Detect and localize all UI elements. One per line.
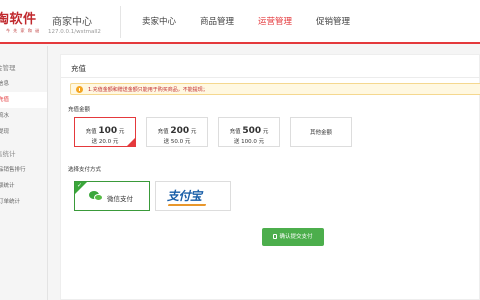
sidebar-item-withdraw[interactable]: 提现 xyxy=(0,124,47,140)
amount-option-500[interactable]: 充值 500 元 送 100.0 元 xyxy=(218,117,280,147)
sidebar-group-sales: 售统计 xyxy=(0,150,16,158)
amount-option-200[interactable]: 充值 200 元 送 50.0 元 xyxy=(146,117,208,147)
confirm-payment-button[interactable]: 确认提交支付 xyxy=(262,228,324,246)
amount-unit: 元 xyxy=(118,129,125,135)
site-url: 127.0.0.1/wstmall2 xyxy=(48,29,101,35)
amount-bonus: 送 20.0 元 xyxy=(91,139,119,145)
amount-bonus: 送 50.0 元 xyxy=(163,139,191,145)
payment-label: 选择支付方式 xyxy=(68,167,102,173)
amount-value: 500 xyxy=(242,126,262,136)
amount-prefix: 充值 xyxy=(229,129,241,135)
amount-bonus: 送 100.0 元 xyxy=(233,139,265,145)
amount-value: 200 xyxy=(170,126,190,136)
sidebar-item-amount-stats[interactable]: 额统计 xyxy=(0,178,47,194)
payment-option-wechat[interactable]: ✓ 微信支付 xyxy=(74,181,150,211)
amount-value: 100 xyxy=(98,126,118,136)
sidebar: 金管理 信息 充值 流水 提现 售统计 品销售排行 额统计 订单统计 xyxy=(0,46,48,300)
sidebar-item-info[interactable]: 信息 xyxy=(0,76,47,92)
header-divider xyxy=(120,6,121,38)
notice-text: 1.充值金额和赠送金额只能用于购买商品，不能提现； xyxy=(88,87,208,93)
info-icon xyxy=(76,86,83,93)
title-divider xyxy=(61,77,480,78)
amount-line: 充值 500 元 xyxy=(219,126,279,136)
alipay-logo: 支付宝 xyxy=(167,189,202,203)
amount-prefix: 充值 xyxy=(157,129,169,135)
main-nav: 卖家中心 商品管理 运营管理 促销管理 xyxy=(130,0,362,44)
logo-tagline: 今 先 家 和 谜 xyxy=(6,28,41,33)
sidebar-item-flow[interactable]: 流水 xyxy=(0,108,47,124)
amount-unit: 元 xyxy=(262,129,269,135)
nav-operation-manage[interactable]: 运营管理 xyxy=(246,0,304,44)
sidebar-item-recharge[interactable]: 充值 xyxy=(0,92,47,108)
top-header: 淘软件 今 先 家 和 谜 商家中心 127.0.0.1/wstmall2 卖家… xyxy=(0,0,480,44)
wechat-pay-label: 微信支付 xyxy=(107,195,133,203)
logo[interactable]: 淘软件 今 先 家 和 谜 xyxy=(0,8,39,33)
sidebar-group-funds: 金管理 xyxy=(0,64,16,72)
other-amount-label: 其他金额 xyxy=(309,130,332,136)
payment-options: ✓ 微信支付 支付宝 xyxy=(74,181,236,211)
amount-unit: 元 xyxy=(190,129,197,135)
amount-label: 充值金额 xyxy=(68,107,91,113)
nav-seller-center[interactable]: 卖家中心 xyxy=(130,0,188,44)
payment-option-alipay[interactable]: 支付宝 xyxy=(155,181,231,211)
amount-line: 充值 100 元 xyxy=(75,126,135,136)
checkmark-icon: ✓ xyxy=(77,182,83,189)
confirm-payment-label: 确认提交支付 xyxy=(279,234,313,240)
alipay-logo-swoosh xyxy=(167,204,207,206)
amount-prefix: 充值 xyxy=(85,129,97,135)
amount-option-100[interactable]: 充值 100 元 送 20.0 元 xyxy=(74,117,136,147)
wechat-icon xyxy=(89,191,103,202)
amount-line: 充值 200 元 xyxy=(147,126,207,136)
sidebar-item-order-stats[interactable]: 订单统计 xyxy=(0,194,47,210)
amount-option-other[interactable]: 其他金额 xyxy=(290,117,352,147)
recharge-panel: 充值 1.充值金额和赠送金额只能用于购买商品，不能提现； 充值金额 充值 100… xyxy=(60,54,480,300)
logo-text: 淘软件 xyxy=(0,12,37,27)
nav-goods-manage[interactable]: 商品管理 xyxy=(188,0,246,44)
site-title: 商家中心 xyxy=(52,17,92,28)
lock-icon xyxy=(273,233,278,239)
notice-bar: 1.充值金额和赠送金额只能用于购买商品，不能提现； xyxy=(70,83,480,95)
amount-options: 充值 100 元 送 20.0 元 充值 200 元 送 50.0 元 充值 5… xyxy=(74,117,362,147)
page-title: 充值 xyxy=(71,64,86,73)
nav-promotion-manage[interactable]: 促销管理 xyxy=(304,0,362,44)
sidebar-item-sales-rank[interactable]: 品销售排行 xyxy=(0,162,47,178)
